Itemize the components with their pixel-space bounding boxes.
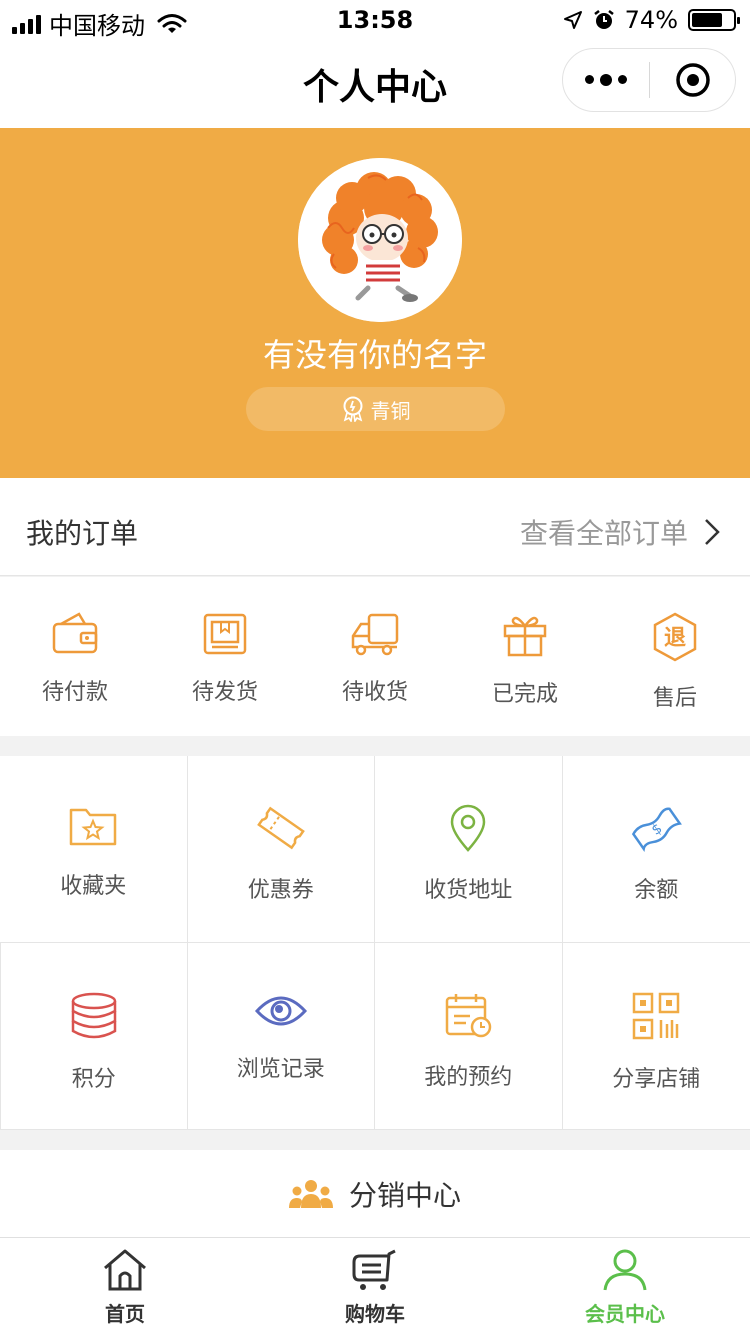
svg-text:退: 退 bbox=[664, 626, 686, 651]
username: 有没有你的名字 bbox=[262, 336, 487, 374]
target-close-icon bbox=[675, 63, 710, 97]
service-label: 优惠券 bbox=[247, 878, 314, 903]
share-store-entry[interactable]: 分享店铺 bbox=[562, 943, 750, 1130]
view-all-orders-link[interactable]: 查看全部订单 bbox=[520, 512, 720, 552]
member-level-label: 青铜 bbox=[370, 398, 411, 423]
orders-header: 我的订单 查看全部订单 bbox=[0, 478, 750, 576]
more-button[interactable] bbox=[563, 73, 649, 86]
order-status-label: 售后 bbox=[652, 686, 697, 711]
tab-label: 购物车 bbox=[345, 1302, 405, 1326]
my-reservations-entry[interactable]: 我的预约 bbox=[375, 943, 563, 1130]
tab-label: 会员中心 bbox=[585, 1302, 665, 1326]
order-status-label: 待付款 bbox=[41, 680, 108, 705]
navigation-bar: 个人中心 bbox=[0, 40, 750, 128]
status-bar: 中国移动 13:58 74% bbox=[0, 0, 750, 40]
avatar[interactable] bbox=[298, 158, 462, 322]
favorites-entry[interactable]: 收藏夹 bbox=[0, 756, 188, 943]
orders-title: 我的订单 bbox=[26, 517, 139, 550]
wallet-icon bbox=[52, 612, 98, 654]
coupons-entry[interactable]: 优惠券 bbox=[187, 756, 375, 943]
shipping-address-entry[interactable]: 收货地址 bbox=[375, 756, 563, 943]
order-pending-shipment[interactable]: 待发货 bbox=[150, 577, 300, 736]
location-pin-icon bbox=[450, 804, 486, 852]
service-label: 积分 bbox=[71, 1067, 116, 1092]
close-button[interactable] bbox=[650, 62, 735, 98]
order-pending-receipt[interactable]: 待收货 bbox=[300, 577, 450, 736]
coins-icon bbox=[71, 992, 116, 1039]
distribution-center-label: 分销中心 bbox=[348, 1179, 461, 1212]
member-level-badge[interactable]: 青铜 bbox=[246, 387, 505, 431]
calendar-icon bbox=[446, 994, 492, 1038]
order-after-sales[interactable]: 退 售后 bbox=[600, 577, 750, 736]
distribution-center-entry[interactable]: 分销中心 bbox=[0, 1150, 750, 1238]
battery-level bbox=[692, 13, 722, 27]
eye-icon bbox=[254, 996, 307, 1026]
tab-member-center[interactable]: 会员中心 bbox=[500, 1238, 750, 1334]
miniprogram-capsule bbox=[562, 48, 736, 112]
service-label: 收藏夹 bbox=[60, 874, 127, 899]
service-label: 分享店铺 bbox=[612, 1067, 701, 1092]
service-label: 余额 bbox=[634, 878, 679, 903]
service-label: 我的预约 bbox=[424, 1065, 513, 1090]
money-bill-icon: $ bbox=[632, 807, 683, 852]
medal-icon bbox=[343, 396, 362, 422]
order-status-row: 待付款 待发货 待收货 已完成 退 售后 bbox=[0, 577, 750, 736]
services-grid: 收藏夹 优惠券 收货地址 $ 余额 积分 浏览记录 我的预约 分享店铺 bbox=[0, 756, 750, 1130]
order-status-label: 已完成 bbox=[491, 682, 558, 707]
avatar-illustration bbox=[298, 158, 462, 322]
tab-cart[interactable]: 购物车 bbox=[250, 1238, 500, 1334]
battery-icon bbox=[688, 9, 740, 31]
order-pending-payment[interactable]: 待付款 bbox=[0, 577, 150, 736]
order-status-label: 待发货 bbox=[191, 680, 258, 705]
package-icon bbox=[203, 613, 247, 655]
profile-banner: 有没有你的名字 青铜 bbox=[0, 128, 750, 478]
star-folder-icon bbox=[70, 808, 117, 846]
chevron-right-icon bbox=[705, 519, 720, 545]
home-icon bbox=[104, 1249, 146, 1291]
tab-label: 首页 bbox=[105, 1302, 145, 1326]
user-icon bbox=[603, 1249, 647, 1291]
truck-icon bbox=[351, 613, 399, 656]
tab-home[interactable]: 首页 bbox=[0, 1238, 250, 1334]
gift-icon bbox=[503, 616, 547, 657]
ticket-icon bbox=[256, 806, 305, 850]
tab-bar: 首页 购物车 会员中心 bbox=[0, 1237, 750, 1334]
refund-icon: 退 bbox=[653, 612, 697, 662]
balance-entry[interactable]: $ 余额 bbox=[562, 756, 750, 943]
location-arrow-icon bbox=[563, 11, 582, 29]
service-label: 收货地址 bbox=[424, 878, 513, 903]
points-entry[interactable]: 积分 bbox=[0, 943, 188, 1130]
browse-history-entry[interactable]: 浏览记录 bbox=[187, 943, 375, 1130]
alarm-icon bbox=[593, 10, 614, 29]
view-all-orders-label: 查看全部订单 bbox=[519, 517, 688, 550]
qrcode-icon bbox=[633, 992, 680, 1040]
service-label: 浏览记录 bbox=[236, 1057, 325, 1082]
order-completed[interactable]: 已完成 bbox=[450, 577, 600, 736]
people-icon bbox=[288, 1180, 333, 1208]
order-status-label: 待收货 bbox=[341, 680, 408, 705]
cart-icon bbox=[352, 1249, 396, 1290]
battery-percent: 74% bbox=[624, 6, 678, 34]
